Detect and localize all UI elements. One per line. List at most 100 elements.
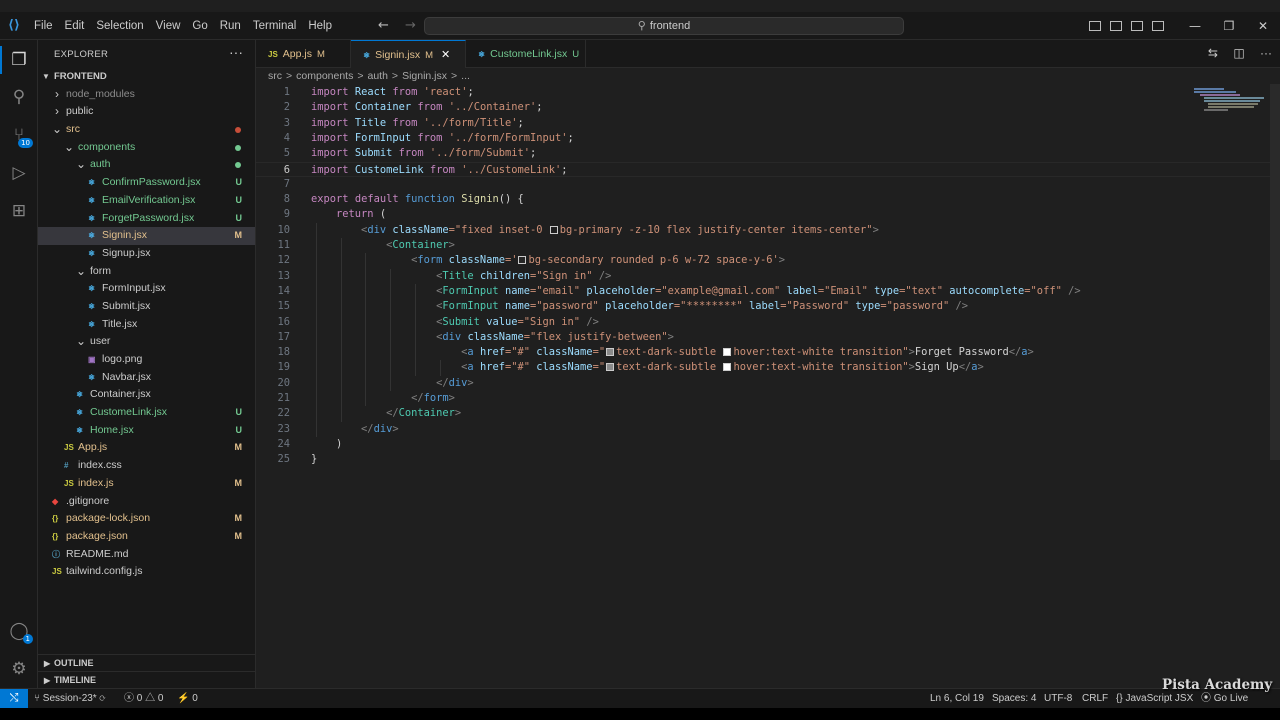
encoding[interactable]: UTF-8 bbox=[1044, 689, 1072, 708]
more-editor-actions-icon[interactable]: ··· bbox=[1260, 46, 1272, 60]
menu-terminal[interactable]: Terminal bbox=[247, 12, 302, 40]
vertical-scrollbar[interactable] bbox=[1270, 84, 1280, 460]
outline-section[interactable]: ▶ OUTLINE bbox=[38, 654, 255, 671]
code-line[interactable]: 25} bbox=[256, 452, 1270, 467]
manage-gear-icon[interactable]: ⚙ bbox=[8, 658, 30, 680]
open-changes-icon[interactable]: ⇆ bbox=[1208, 46, 1218, 60]
close-window-icon[interactable]: ✕ bbox=[1246, 19, 1280, 33]
folder-item[interactable]: ⌄ auth bbox=[38, 156, 255, 174]
code-line[interactable]: 13 <Title children="Sign in" /> bbox=[256, 269, 1270, 284]
more-actions-icon[interactable]: ··· bbox=[229, 44, 243, 60]
minimize-icon[interactable]: — bbox=[1178, 19, 1212, 33]
file-item[interactable]: ⚛ CustomeLink.jsx U bbox=[38, 404, 255, 422]
menu-file[interactable]: File bbox=[28, 12, 59, 40]
file-item[interactable]: ⚛ ForgetPassword.jsx U bbox=[38, 210, 255, 228]
git-branch[interactable]: ⑂ Session-23* ⟳ bbox=[34, 689, 105, 708]
toggle-panel-icon[interactable] bbox=[1110, 21, 1122, 31]
tab-signin-jsx[interactable]: ⚛ Signin.jsx M ✕ bbox=[351, 40, 466, 68]
close-tab-icon[interactable]: ✕ bbox=[441, 49, 450, 61]
file-item[interactable]: ⚛ Home.jsx U bbox=[38, 422, 255, 440]
tab-app-js[interactable]: JS App.js M bbox=[256, 40, 351, 68]
file-item[interactable]: {} package.json M bbox=[38, 528, 255, 546]
end-of-line[interactable]: CRLF bbox=[1082, 689, 1108, 708]
code-line[interactable]: 8 export default function Signin() { bbox=[256, 192, 1270, 207]
file-item[interactable]: JS App.js M bbox=[38, 439, 255, 457]
accounts-icon[interactable]: ◯ 1 bbox=[8, 620, 33, 644]
code-line[interactable]: 18 <a href="#" className=" text-dark-subt… bbox=[256, 345, 1270, 360]
file-item[interactable]: {} package-lock.json M bbox=[38, 510, 255, 528]
code-line[interactable]: 16 <Submit value="Sign in" /> bbox=[256, 315, 1270, 330]
code-line[interactable]: 5 import Submit from '../form/Submit'; bbox=[256, 146, 1270, 161]
file-item[interactable]: ⚛ ConfirmPassword.jsx U bbox=[38, 174, 255, 192]
minimap[interactable] bbox=[1190, 84, 1270, 124]
search-view-icon[interactable]: ⚲ bbox=[8, 86, 30, 108]
breadcrumb-item[interactable]: Signin.jsx bbox=[402, 70, 447, 82]
code-line[interactable]: 10 <div className="fixed inset-0 bg-prim… bbox=[256, 223, 1270, 238]
code-line[interactable]: 12 <form className=' bg-secondary rounded… bbox=[256, 253, 1270, 268]
file-item[interactable]: ⚛ Title.jsx bbox=[38, 316, 255, 334]
folder-item[interactable]: ⌄ form bbox=[38, 263, 255, 281]
customize-layout-icon[interactable] bbox=[1152, 21, 1164, 31]
menu-edit[interactable]: Edit bbox=[59, 12, 91, 40]
breadcrumb-item[interactable]: ... bbox=[461, 70, 470, 82]
code-line[interactable]: 23 </div> bbox=[256, 422, 1270, 437]
code-line[interactable]: 20 </div> bbox=[256, 376, 1270, 391]
code-line[interactable]: 7 bbox=[256, 177, 1270, 192]
folder-item[interactable]: ⌄ src bbox=[38, 121, 255, 139]
source-control-icon[interactable]: ⑂ 10 bbox=[8, 124, 33, 148]
remote-indicator-icon[interactable]: ⤭ bbox=[0, 689, 28, 708]
back-arrow-icon[interactable]: ← bbox=[378, 18, 389, 33]
code-line[interactable]: 3 import Title from '../form/Title'; bbox=[256, 116, 1270, 131]
menu-help[interactable]: Help bbox=[302, 12, 338, 40]
code-line[interactable]: 14 <FormInput name="email" placeholder="… bbox=[256, 284, 1270, 299]
folder-item[interactable]: ⌄ user bbox=[38, 333, 255, 351]
run-debug-icon[interactable]: ▷ bbox=[8, 162, 30, 184]
menu-view[interactable]: View bbox=[150, 12, 187, 40]
code-line[interactable]: 22 </Container> bbox=[256, 406, 1270, 421]
forward-arrow-icon[interactable]: → bbox=[405, 18, 416, 33]
breadcrumb-item[interactable]: src bbox=[268, 70, 282, 82]
workspace-root[interactable]: ▼ FRONTEND bbox=[38, 68, 255, 86]
code-line[interactable]: 21 </form> bbox=[256, 391, 1270, 406]
code-line[interactable]: 15 <FormInput name="password" placeholde… bbox=[256, 299, 1270, 314]
tab-customelink-jsx[interactable]: ⚛ CustomeLink.jsx U bbox=[466, 40, 586, 68]
extensions-icon[interactable]: ⊞ bbox=[8, 200, 30, 222]
cursor-position[interactable]: Ln 6, Col 19 bbox=[930, 689, 984, 708]
command-center-search[interactable]: ⚲ frontend bbox=[424, 17, 904, 35]
toggle-primary-sidebar-icon[interactable] bbox=[1089, 21, 1101, 31]
menu-go[interactable]: Go bbox=[186, 12, 213, 40]
code-line[interactable]: 9 return ( bbox=[256, 207, 1270, 222]
file-item[interactable]: ⚛ Signin.jsx M bbox=[38, 227, 255, 245]
ports-indicator[interactable]: ⚡ 0 bbox=[177, 689, 198, 708]
code-line[interactable]: 11 <Container> bbox=[256, 238, 1270, 253]
file-item[interactable]: ◆ .gitignore bbox=[38, 493, 255, 511]
file-item[interactable]: ⚛ Submit.jsx bbox=[38, 298, 255, 316]
breadcrumb-item[interactable]: auth bbox=[367, 70, 387, 82]
folder-item[interactable]: ⌄ components bbox=[38, 139, 255, 157]
file-item[interactable]: ⚛ Signup.jsx bbox=[38, 245, 255, 263]
problems-indicator[interactable]: ⓧ 0 △ 0 bbox=[124, 689, 163, 708]
breadcrumb-item[interactable]: components bbox=[296, 70, 353, 82]
code-line[interactable]: 4 import FormInput from '../form/FormInpu… bbox=[256, 131, 1270, 146]
code-line[interactable]: 17 <div className="flex justify-between"… bbox=[256, 330, 1270, 345]
restore-icon[interactable]: ❐ bbox=[1212, 19, 1246, 33]
code-line[interactable]: 2 import Container from '../Container'; bbox=[256, 100, 1270, 115]
code-editor[interactable]: 1 import React from 'react'; 2 import Conta… bbox=[256, 84, 1270, 684]
indentation[interactable]: Spaces: 4 bbox=[992, 689, 1036, 708]
file-item[interactable]: JS index.js M bbox=[38, 475, 255, 493]
file-item[interactable]: ⚛ Container.jsx bbox=[38, 386, 255, 404]
file-item[interactable]: ⚛ EmailVerification.jsx U bbox=[38, 192, 255, 210]
menu-run[interactable]: Run bbox=[214, 12, 247, 40]
code-line[interactable]: 6 import CustomeLink from '../CustomeLink… bbox=[256, 161, 1270, 177]
file-item[interactable]: ⚛ Navbar.jsx bbox=[38, 369, 255, 387]
explorer-files-icon[interactable]: ❐ bbox=[8, 49, 30, 71]
file-item[interactable]: # index.css bbox=[38, 457, 255, 475]
timeline-section[interactable]: ▶ TIMELINE bbox=[38, 671, 255, 688]
file-item[interactable]: ⓘ README.md bbox=[38, 546, 255, 564]
file-item[interactable]: JS tailwind.config.js bbox=[38, 563, 255, 581]
menu-selection[interactable]: Selection bbox=[90, 12, 149, 40]
folder-item[interactable]: › public bbox=[38, 103, 255, 121]
code-line[interactable]: 24 ) bbox=[256, 437, 1270, 452]
toggle-secondary-sidebar-icon[interactable] bbox=[1131, 21, 1143, 31]
code-line[interactable]: 1 import React from 'react'; bbox=[256, 85, 1270, 100]
